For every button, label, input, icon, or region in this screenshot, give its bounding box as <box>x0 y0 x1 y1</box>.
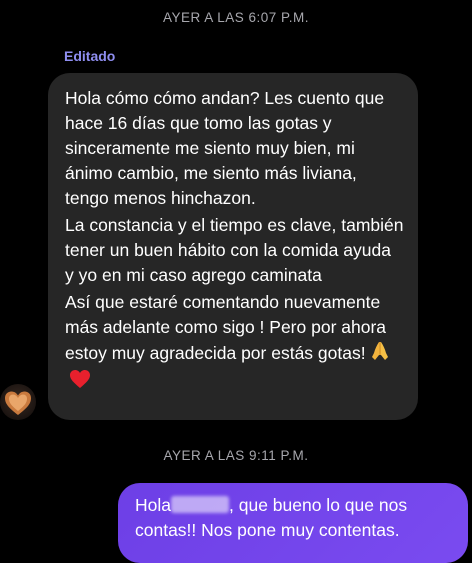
message-paragraph: Hola cómo cómo andan? Les cuento que hac… <box>65 88 385 208</box>
red-heart-emoji <box>69 369 91 396</box>
message-text-start: Hola <box>135 495 171 515</box>
message-paragraph: La constancia y el tiempo es clave, tamb… <box>65 215 404 285</box>
avatar[interactable] <box>0 384 36 420</box>
message-paragraph-text: Así que estaré comentando nuevamente más… <box>65 292 387 364</box>
heart-avatar-icon <box>5 391 31 415</box>
incoming-message-bubble[interactable]: Hola cómo cómo andan? Les cuento que hac… <box>48 73 418 420</box>
message-timestamp: AYER A LAS 9:11 P.M. <box>163 448 309 463</box>
message-timestamp: AYER A LAS 6:07 P.M. <box>162 10 310 25</box>
redacted-name <box>171 496 229 513</box>
message-paragraph: Así que estaré comentando nuevamente más… <box>65 290 404 396</box>
edited-label: Editado <box>64 48 116 64</box>
folded-hands-emoji <box>370 340 390 369</box>
outgoing-message-bubble[interactable]: Hola, que bueno lo que nos contas!! Nos … <box>118 483 468 563</box>
